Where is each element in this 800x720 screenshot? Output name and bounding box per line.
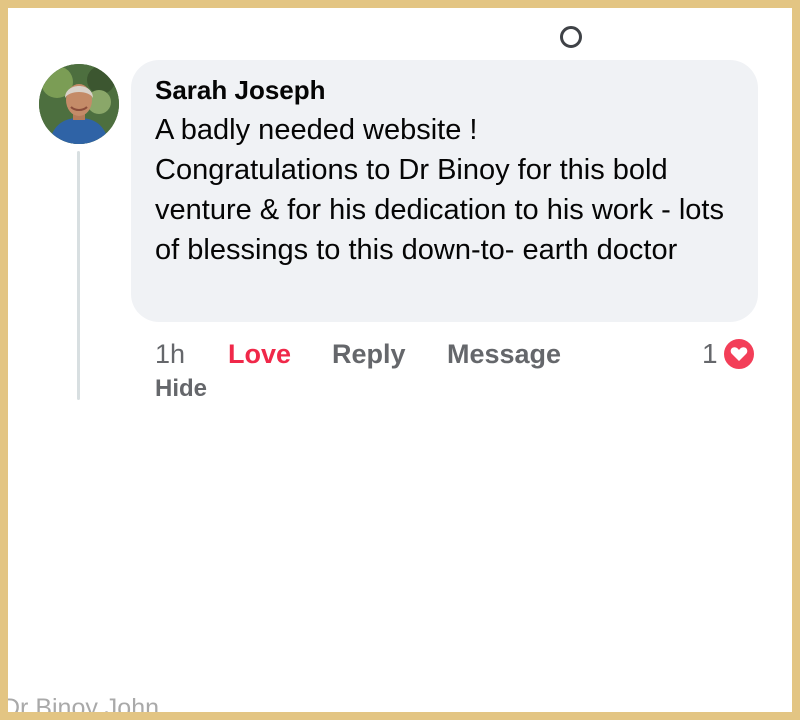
cutoff-glyph (560, 26, 582, 48)
message-button[interactable]: Message (447, 339, 561, 370)
comment-actions: 1h Love Reply Message (155, 334, 561, 374)
comment-time[interactable]: 1h (155, 339, 228, 370)
comment-author[interactable]: Sarah Joseph (155, 73, 734, 107)
comment-screenshot-frame: Sarah Joseph A badly needed website ! Co… (0, 0, 800, 720)
heart-icon (721, 337, 756, 371)
comment-text: A badly needed website ! Congratulations… (155, 114, 724, 266)
love-button[interactable]: Love (228, 339, 332, 370)
heart-glyph-icon (730, 347, 747, 361)
profile-photo-icon (39, 64, 119, 144)
hide-button[interactable]: Hide (155, 375, 207, 403)
watermark: Dr Binoy John (2, 694, 160, 720)
reaction-summary[interactable]: 1 (702, 334, 756, 374)
previous-comment-cutoff (8, 8, 792, 48)
reply-thread-line (77, 151, 80, 400)
comment-bubble[interactable]: Sarah Joseph A badly needed website ! Co… (131, 60, 758, 322)
avatar[interactable] (39, 64, 119, 144)
reply-button[interactable]: Reply (332, 339, 447, 370)
reaction-count: 1 (702, 338, 718, 369)
